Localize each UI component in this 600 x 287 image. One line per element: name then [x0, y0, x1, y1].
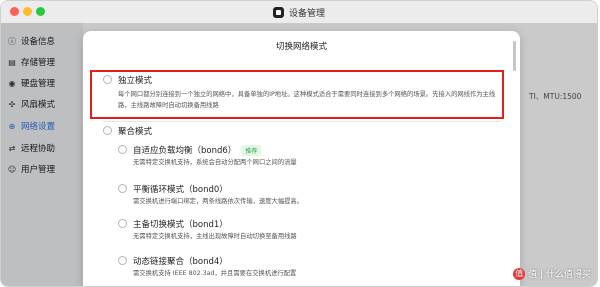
bond0-desc: 需交换机进行端口绑定，两条线路依次传输，速度大幅提高。 — [133, 198, 304, 205]
dialog-scrollbar[interactable] — [513, 41, 516, 71]
app-window: 设备管理 ⓘ 设备信息 ▤ 存储管理 ◉ 硬盘管理 ✣ 风扇模式 ⊕ 网络设置 … — [0, 0, 598, 287]
bond4-desc: 需交换机支持 IEEE 802.3ad，并且需要在交换机进行配置 — [133, 270, 297, 277]
bond1-radio[interactable] — [118, 219, 127, 228]
highlight-box — [90, 70, 504, 119]
dialog-title: 切换网络模式 — [275, 42, 327, 52]
recommended-badge: 推荐 — [241, 145, 262, 156]
aggregation-mode-title: 聚合模式 — [118, 127, 153, 137]
window-title: 设备管理 — [288, 8, 325, 19]
close-window-button[interactable] — [10, 7, 19, 16]
bond1-desc: 无需特定交换机支持，主线出现故障时自动切换至备用线路 — [133, 233, 297, 240]
bond4-title: 动态链接聚合（bond4） — [133, 257, 228, 267]
bond6-desc: 无需特定交换机支持，系统会自动分配两个网口之间的流量 — [133, 159, 297, 166]
bond0-radio[interactable] — [118, 184, 127, 193]
watermark-text: 值 | 什么值得买 — [528, 270, 591, 280]
bond6-label: 自适应负载均衡（bond6） — [133, 146, 237, 156]
zoom-window-button[interactable] — [36, 7, 45, 16]
watermark: 值 值 | 什么值得买 — [513, 267, 591, 280]
bond4-radio[interactable] — [118, 256, 127, 265]
minimize-window-button[interactable] — [23, 7, 32, 16]
divider — [103, 121, 500, 122]
bond0-title: 平衡循环模式（bond0） — [133, 185, 228, 195]
bond6-title: 自适应负载均衡（bond6） 推荐 — [133, 144, 262, 156]
app-icon — [272, 6, 284, 18]
bond6-radio[interactable] — [118, 145, 127, 154]
bond1-title: 主备切换模式（bond1） — [133, 220, 228, 230]
aggregation-mode-radio[interactable] — [103, 126, 112, 135]
title-bar: 设备管理 — [1, 1, 597, 24]
smzdm-logo-icon: 值 — [513, 267, 526, 280]
